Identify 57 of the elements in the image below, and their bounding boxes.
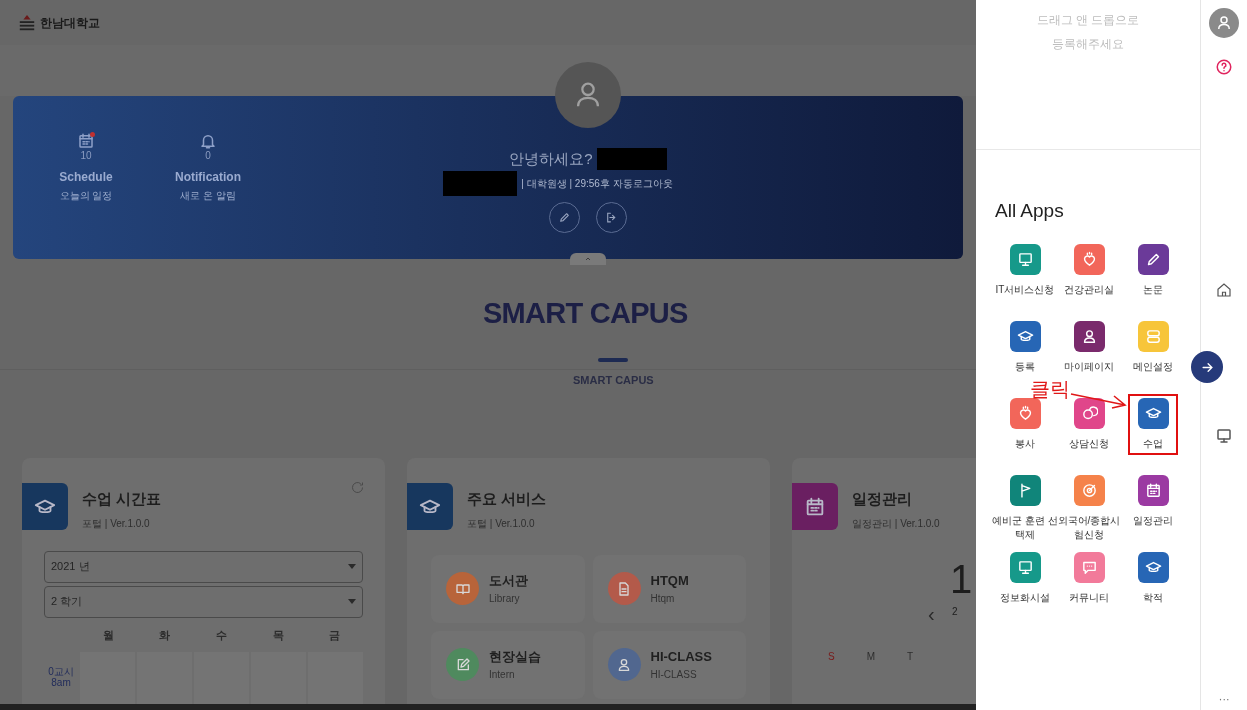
user-avatar[interactable] (1209, 8, 1239, 38)
weekday-label: 목 (271, 627, 285, 643)
stat-caption: 새로 온 알림 (180, 189, 236, 203)
weekday-label: T (907, 649, 914, 664)
app-item[interactable]: 마이페이지 (1057, 316, 1121, 378)
widget-title: 수업 시간표 (82, 489, 162, 509)
stat-count: 0 (205, 150, 211, 162)
annotation-text: 클릭 (1030, 378, 1070, 400)
app-item[interactable]: 예비군 훈련 선택제 (993, 470, 1057, 546)
period-label: 0교시 (48, 666, 74, 677)
weekday-label: 금 (328, 627, 342, 643)
pencil-icon (558, 210, 571, 224)
weekday-label: M (866, 649, 875, 664)
month-number: 1 (950, 558, 973, 599)
widget-version: 일정관리 | Ver.1.0.0 (852, 516, 940, 531)
app-item[interactable]: 일정관리 (1121, 470, 1185, 532)
bell-icon[interactable] (199, 132, 217, 150)
stat-count: 10 (80, 150, 92, 162)
all-apps-title: All Apps (994, 199, 1065, 223)
logout-icon (605, 210, 618, 224)
caret-icon (584, 255, 592, 263)
weekday-label: S (828, 649, 835, 664)
app-item[interactable]: 논문 (1121, 239, 1185, 301)
period-time: 8am (51, 677, 71, 688)
redacted-name (596, 148, 667, 171)
app-item[interactable]: IT서비스신청 (993, 239, 1057, 301)
stat-label[interactable]: Schedule (59, 168, 113, 186)
dropdown-caret-icon (348, 599, 356, 604)
stat-label[interactable]: Notification (175, 168, 241, 186)
session-info: | 대학원생 | 29:56후 자동로그아웃 (521, 176, 673, 191)
app-item[interactable]: 커뮤니티 (1057, 547, 1121, 609)
help-icon[interactable] (1215, 58, 1233, 76)
section-title: SMART CAPUS (483, 295, 688, 331)
greeting-text: 안녕하세요? (509, 149, 593, 169)
monitor-icon[interactable] (1215, 427, 1233, 445)
app-item[interactable]: 등록 (993, 316, 1057, 378)
home-icon[interactable] (1215, 281, 1233, 299)
weekday-label: 수 (215, 627, 228, 643)
more-button[interactable]: ··· (1218, 690, 1230, 708)
app-item[interactable]: 건강관리실 (1057, 239, 1121, 301)
app-item[interactable]: 학적 (1121, 547, 1185, 609)
annotation-arrow (1070, 390, 1128, 410)
app-item[interactable]: 외국어/종합시험신청 (1057, 470, 1121, 546)
drop-hint: 드래그 앤 드롭으로 등록해주세요 (1036, 12, 1140, 53)
app-item[interactable]: 수업 (1121, 393, 1185, 455)
app-item[interactable]: 정보화시설 (993, 547, 1057, 609)
collapse-button[interactable] (570, 253, 606, 265)
app-item[interactable]: 메인설정 (1121, 316, 1185, 378)
widget-title: 일정관리 (852, 489, 913, 509)
expand-button[interactable] (1191, 351, 1223, 383)
year-label: 2 (952, 606, 958, 617)
widget-title: 주요 서비스 (467, 489, 547, 509)
weekday-label: 월 (101, 627, 115, 643)
dropdown-caret-icon (348, 564, 356, 569)
calendar-icon[interactable] (77, 132, 95, 150)
stat-caption: 오늘의 일정 (59, 189, 113, 203)
weekday-label: 화 (158, 627, 172, 643)
